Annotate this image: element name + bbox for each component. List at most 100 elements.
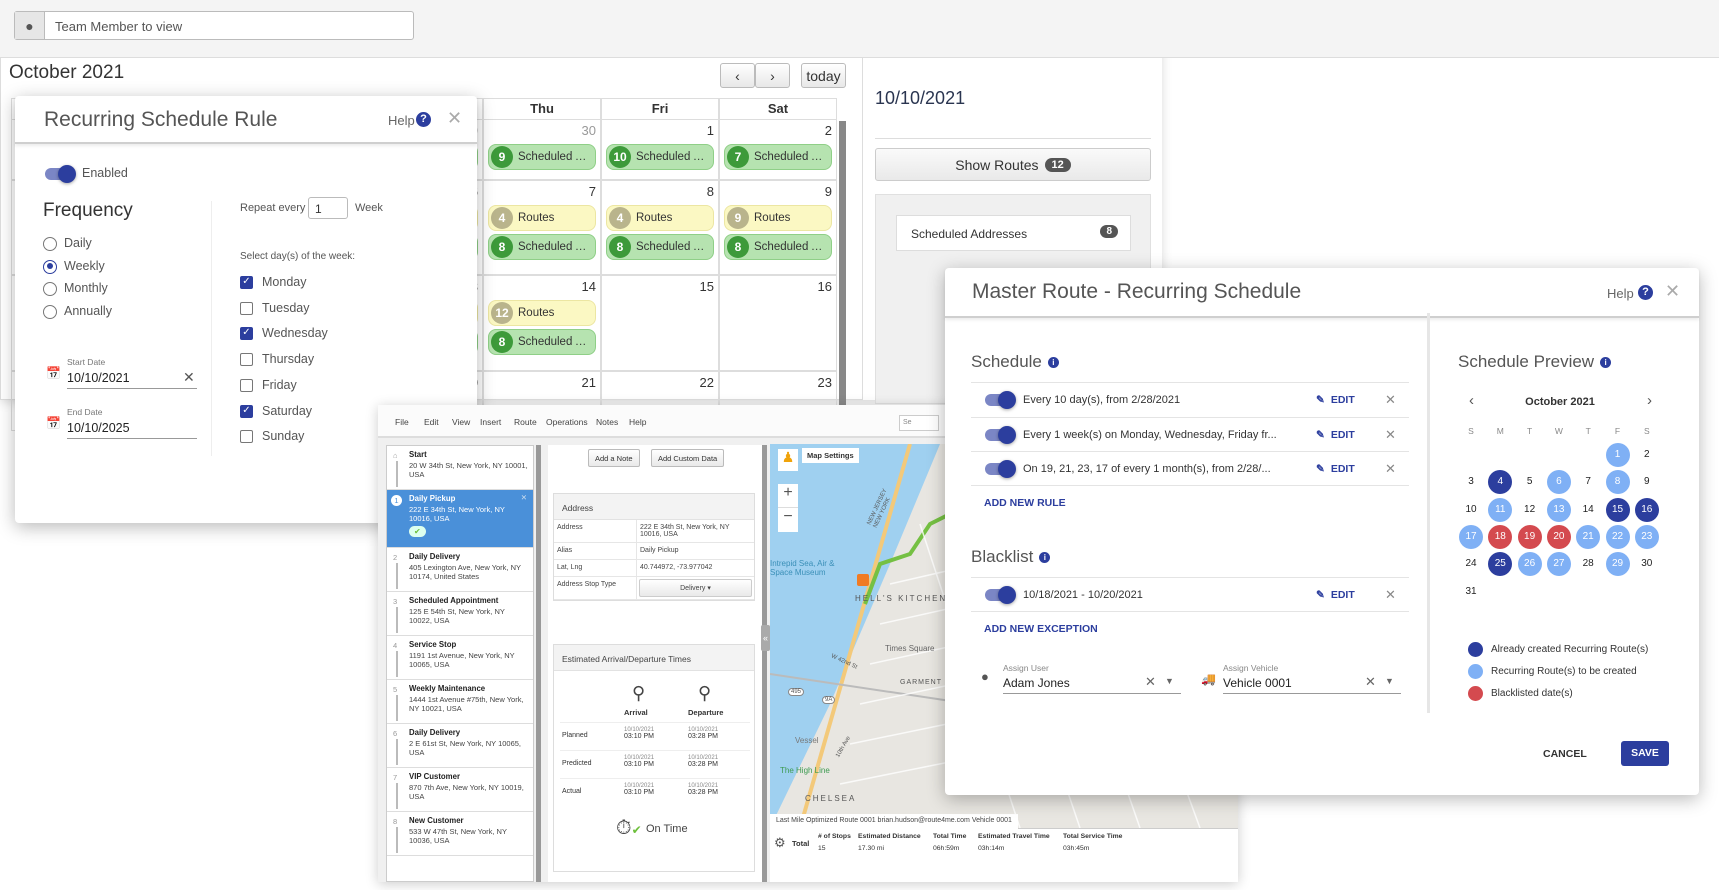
preview-day[interactable]: 27 — [1546, 552, 1571, 577]
preview-day[interactable]: 29 — [1605, 552, 1630, 577]
show-routes-button[interactable]: Show Routes 12 — [875, 148, 1151, 181]
scheduled-addresses-event[interactable]: 9 Scheduled Addresses — [488, 144, 596, 170]
stop-list-item[interactable]: 7 VIP Customer 870 7th Ave, New York, NY 1… — [387, 768, 533, 812]
preview-day[interactable]: 10 — [1459, 498, 1483, 522]
stop-list-item[interactable]: 5 Weekly Maintenance 1444 1st Avenue #75th… — [387, 680, 533, 724]
preview-day[interactable]: 5 — [1518, 470, 1542, 494]
prev-month-button[interactable]: ‹ — [720, 63, 755, 88]
preview-day[interactable]: 8 — [1605, 470, 1630, 495]
edit-button[interactable]: ✎ EDIT — [1316, 589, 1355, 601]
chevron-down-icon[interactable]: ▼ — [1165, 676, 1174, 686]
menu-item-notes[interactable]: Notes — [596, 417, 618, 427]
routes-event[interactable]: 4 Routes — [606, 205, 714, 231]
help-link[interactable]: Help — [1607, 286, 1634, 301]
calendar-day-cell[interactable]: 7 4 Routes 8 Scheduled Addresses — [483, 180, 601, 275]
close-icon[interactable]: ✕ — [1665, 281, 1680, 302]
rule-toggle[interactable] — [985, 586, 1016, 604]
checkbox-wednesday[interactable]: ✓ — [240, 327, 253, 341]
preview-day[interactable]: 6 — [1546, 470, 1571, 495]
search-input[interactable]: Se — [899, 415, 939, 431]
preview-day[interactable]: 19 — [1517, 524, 1542, 549]
add-new-exception-link[interactable]: ADD NEW EXCEPTION — [984, 623, 1098, 635]
cancel-button[interactable]: CANCEL — [1543, 748, 1587, 760]
delete-icon[interactable]: ✕ — [1385, 461, 1396, 477]
calendar-day-cell[interactable]: 1 10 Scheduled Addresses — [601, 119, 719, 180]
help-icon[interactable]: ? — [1638, 285, 1653, 300]
scheduled-addresses-event[interactable]: 8 Scheduled Addresses — [488, 234, 596, 260]
routes-event[interactable]: 9 Routes — [724, 205, 832, 231]
gear-icon[interactable]: ⚙ — [774, 835, 786, 851]
preview-day[interactable]: 1 — [1605, 443, 1630, 467]
today-button[interactable]: today — [801, 63, 846, 88]
rule-toggle[interactable] — [985, 460, 1016, 478]
preview-day[interactable]: 7 — [1576, 470, 1600, 494]
stop-list-item[interactable]: 2 Daily Delivery 405 Lexington Ave, New Yo… — [387, 548, 533, 592]
menu-item-edit[interactable]: Edit — [424, 417, 439, 427]
calendar-day-cell[interactable]: 2 7 Scheduled Addresses — [719, 119, 837, 180]
edit-button[interactable]: ✎ EDIT — [1316, 429, 1355, 441]
clear-vehicle-icon[interactable]: ✕ — [1365, 674, 1376, 690]
scheduled-addresses-event[interactable]: 10 Scheduled Addresses — [606, 144, 714, 170]
preview-day[interactable]: 17 — [1459, 524, 1483, 549]
preview-day[interactable]: 22 — [1605, 524, 1630, 549]
calendar-day-cell[interactable]: 9 9 Routes 8 Scheduled Addresses — [719, 180, 837, 275]
preview-day[interactable]: 20 — [1546, 524, 1571, 549]
zoom-out-button[interactable]: − — [778, 508, 798, 532]
menu-item-route[interactable]: Route — [514, 417, 537, 427]
street-view-pegman-icon[interactable]: ♟ — [778, 449, 798, 471]
preview-day[interactable]: 11 — [1488, 497, 1513, 522]
checkbox-thursday[interactable] — [240, 353, 253, 367]
preview-day[interactable]: 21 — [1576, 524, 1601, 549]
zoom-in-button[interactable]: + — [778, 484, 798, 508]
calendar-day-cell[interactable]: 15 — [601, 275, 719, 371]
checkbox-tuesday[interactable] — [240, 301, 253, 315]
close-icon[interactable]: ✕ — [447, 108, 462, 129]
preview-day[interactable]: 30 — [1635, 552, 1659, 576]
delete-icon[interactable]: ✕ — [1385, 427, 1396, 443]
rule-toggle[interactable] — [985, 391, 1016, 409]
repeat-every-input[interactable]: 1 — [308, 197, 348, 219]
preview-day[interactable]: 13 — [1546, 497, 1571, 522]
menu-item-help[interactable]: Help — [629, 417, 646, 427]
help-link[interactable]: Help — [388, 113, 415, 128]
checkbox-sunday[interactable] — [240, 430, 253, 444]
preview-day[interactable]: 4 — [1488, 470, 1513, 495]
edit-button[interactable]: ✎ EDIT — [1316, 463, 1355, 475]
checkbox-saturday[interactable]: ✓ — [240, 404, 253, 418]
clear-user-icon[interactable]: ✕ — [1145, 674, 1156, 690]
stop-list-item[interactable]: 8 New Customer 533 W 47th St, New York, NY… — [387, 812, 533, 856]
info-icon[interactable]: i — [1039, 552, 1051, 564]
menu-item-operations[interactable]: Operations — [546, 417, 588, 427]
add-note-button[interactable]: Add a Note — [588, 449, 640, 467]
calendar-icon[interactable]: 📅 — [46, 366, 61, 380]
scheduled-addresses-event[interactable]: 7 Scheduled Addresses — [724, 144, 832, 170]
calendar-day-cell[interactable]: 14 12 Routes 8 Scheduled Addresses — [483, 275, 601, 371]
menu-item-insert[interactable]: Insert — [480, 417, 501, 427]
chevron-down-icon[interactable]: ▼ — [1385, 676, 1394, 686]
routes-event[interactable]: 4 Routes — [488, 205, 596, 231]
stop-list-item[interactable]: 4 Service Stop 1191 1st Avenue, New York, … — [387, 636, 533, 680]
frequency-radio-annually[interactable] — [43, 305, 57, 320]
collapse-panel-button[interactable]: « — [761, 625, 770, 651]
checkbox-monday[interactable]: ✓ — [240, 276, 253, 289]
assign-user-select[interactable]: Adam Jones — [1003, 676, 1070, 690]
stop-list-item[interactable]: 6 Daily Delivery 2 E 61st St, New York, NY… — [387, 724, 533, 768]
edit-button[interactable]: ✎ EDIT — [1316, 394, 1355, 406]
help-icon[interactable]: ? — [416, 112, 431, 127]
clear-date-icon[interactable]: ✕ — [183, 369, 195, 386]
scheduled-addresses-event[interactable]: 8 Scheduled Addresses — [606, 234, 714, 260]
preview-day[interactable]: 14 — [1576, 498, 1600, 522]
stop-list-item[interactable]: ⌂ Start 20 W 34th St, New York, NY 10001, … — [387, 446, 533, 490]
delete-icon[interactable]: ✕ — [1385, 392, 1396, 408]
map-settings-button[interactable]: Map Settings — [802, 448, 859, 463]
calendar-day-cell[interactable]: 30 9 Scheduled Addresses — [483, 119, 601, 180]
checkbox-friday[interactable] — [240, 378, 253, 392]
enabled-toggle[interactable] — [45, 165, 76, 183]
address-row-value[interactable]: Delivery ▾ — [639, 579, 752, 597]
preview-next-button[interactable]: › — [1647, 392, 1652, 409]
preview-day[interactable]: 25 — [1488, 552, 1513, 577]
assign-vehicle-select[interactable]: Vehicle 0001 — [1223, 676, 1292, 690]
routes-event[interactable]: 12 Routes — [488, 300, 596, 326]
preview-day[interactable]: 18 — [1488, 524, 1513, 549]
info-icon[interactable]: i — [1600, 357, 1612, 369]
